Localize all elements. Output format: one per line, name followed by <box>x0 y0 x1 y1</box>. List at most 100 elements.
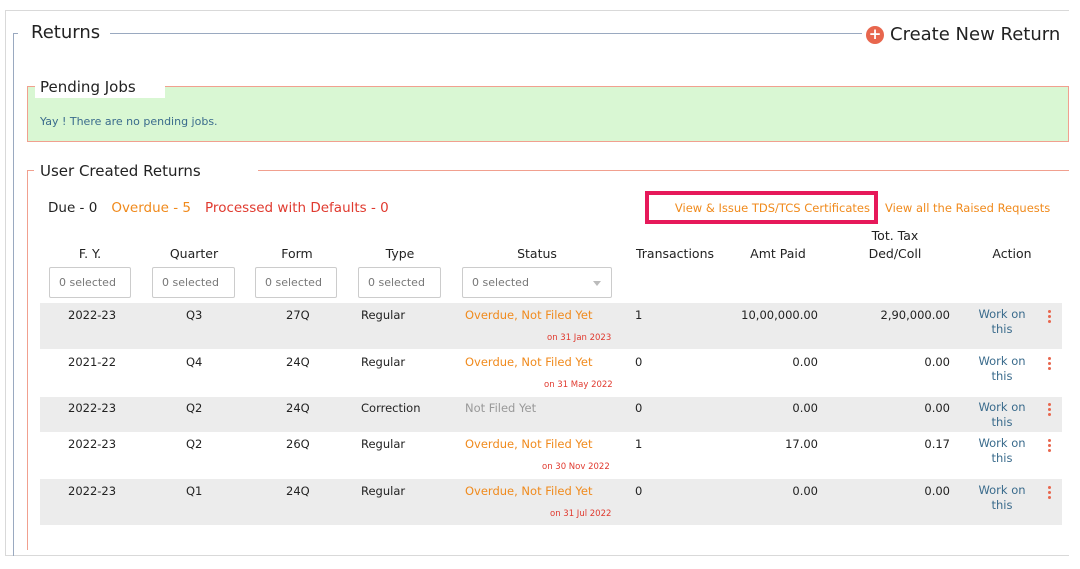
cell-quarter: Q1 <box>186 484 203 498</box>
filter-status[interactable]: 0 selected <box>462 267 612 298</box>
row-menu-icon[interactable] <box>1044 486 1054 499</box>
work-on-this-link[interactable]: Work on this <box>972 307 1032 337</box>
col-header-fy: F. Y. <box>78 246 102 261</box>
cell-tot-tax: 0.00 <box>924 355 950 369</box>
cell-quarter: Q2 <box>186 437 203 451</box>
filter-status-value: 0 selected <box>472 276 529 289</box>
cell-status: Overdue, Not Filed Yet <box>465 308 593 322</box>
cell-tot-tax: 2,90,000.00 <box>880 308 951 322</box>
col-header-tot-tax-line2: Ded/Coll <box>868 246 922 261</box>
viewport-edge <box>1069 0 1080 569</box>
cell-amt-paid: 0.00 <box>792 401 818 415</box>
work-on-this-line1: Work on <box>978 354 1026 368</box>
cell-transactions: 0 <box>635 484 643 498</box>
table-row: 2022-23 Q1 24Q Regular Overdue, Not File… <box>40 479 1062 525</box>
row-menu-icon[interactable] <box>1044 357 1054 370</box>
view-issue-certificates-link[interactable]: View & Issue TDS/TCS Certificates <box>645 191 878 224</box>
table-row: 2022-23 Q3 27Q Regular Overdue, Not File… <box>40 303 1062 349</box>
cell-quarter: Q3 <box>186 308 203 322</box>
pending-jobs-message: Yay ! There are no pending jobs. <box>40 115 218 128</box>
col-header-tot-tax-line1: Tot. Tax <box>871 228 919 243</box>
cell-form: 26Q <box>286 437 310 451</box>
defaults-count[interactable]: Processed with Defaults - 0 <box>205 200 389 216</box>
view-issue-certificates-label: View & Issue TDS/TCS Certificates <box>674 200 870 215</box>
row-menu-icon[interactable] <box>1044 310 1054 323</box>
col-header-status: Status <box>517 246 557 261</box>
col-header-quarter: Quarter <box>169 246 219 261</box>
filter-fy[interactable]: 0 selected <box>49 267 131 298</box>
cell-quarter: Q2 <box>186 401 203 415</box>
cell-type: Regular <box>361 484 406 498</box>
cell-form: 24Q <box>286 484 310 498</box>
col-header-action: Action <box>992 246 1032 261</box>
user-returns-border-left <box>27 170 28 550</box>
cell-status: Overdue, Not Filed Yet <box>465 437 593 451</box>
work-on-this-line2: this <box>991 451 1013 465</box>
filter-fy-value: 0 selected <box>59 276 116 289</box>
col-header-amt-paid: Amt Paid <box>750 246 806 261</box>
cell-amt-paid: 10,00,000.00 <box>741 308 818 322</box>
table-row: 2022-23 Q2 26Q Regular Overdue, Not File… <box>40 432 1062 478</box>
overdue-count[interactable]: Overdue - 5 <box>111 200 191 216</box>
work-on-this-link[interactable]: Work on this <box>972 400 1032 430</box>
work-on-this-line2: this <box>991 415 1013 429</box>
returns-border-top-right <box>110 33 862 34</box>
cell-fy: 2022-23 <box>68 437 117 451</box>
user-created-returns-title: User Created Returns <box>40 162 201 180</box>
work-on-this-line2: this <box>991 498 1013 512</box>
plus-circle-icon: + <box>866 25 884 44</box>
return-counts: Due - 0 Overdue - 5 Processed with Defau… <box>48 200 389 216</box>
work-on-this-line1: Work on <box>978 436 1026 450</box>
cell-fy: 2022-23 <box>68 308 117 322</box>
cell-amt-paid: 17.00 <box>785 437 818 451</box>
cell-type: Correction <box>361 401 421 415</box>
col-header-form: Form <box>281 246 313 261</box>
filter-type-value: 0 selected <box>368 276 425 289</box>
cell-fy: 2022-23 <box>68 484 117 498</box>
pending-jobs-title: Pending Jobs <box>35 76 165 98</box>
cell-status: Overdue, Not Filed Yet <box>465 355 593 369</box>
view-raised-requests-link[interactable]: View all the Raised Requests <box>885 201 1050 215</box>
cell-type: Regular <box>361 355 406 369</box>
filter-form[interactable]: 0 selected <box>255 267 337 298</box>
page-title: Returns <box>31 22 101 43</box>
filter-type[interactable]: 0 selected <box>358 267 441 298</box>
filter-quarter-value: 0 selected <box>162 276 219 289</box>
cell-fy: 2021-22 <box>68 355 117 369</box>
cell-transactions: 1 <box>635 308 643 322</box>
work-on-this-link[interactable]: Work on this <box>972 354 1032 384</box>
user-returns-border-top-left <box>27 170 34 171</box>
cell-quarter: Q4 <box>186 355 203 369</box>
create-new-return-button[interactable]: + Create New Return <box>866 24 1060 45</box>
work-on-this-line1: Work on <box>978 483 1026 497</box>
work-on-this-line1: Work on <box>978 307 1026 321</box>
create-new-return-label: Create New Return <box>890 24 1061 45</box>
work-on-this-link[interactable]: Work on this <box>972 436 1032 466</box>
returns-border-top-left <box>13 33 18 34</box>
work-on-this-line2: this <box>991 322 1013 336</box>
cell-form: 24Q <box>286 401 310 415</box>
filter-quarter[interactable]: 0 selected <box>152 267 235 298</box>
cell-form: 24Q <box>286 355 310 369</box>
row-menu-icon[interactable] <box>1044 403 1054 416</box>
cell-tot-tax: 0.17 <box>924 437 950 451</box>
cell-type: Regular <box>361 437 406 451</box>
cell-transactions: 1 <box>635 437 643 451</box>
work-on-this-line1: Work on <box>978 400 1026 414</box>
cell-fy: 2022-23 <box>68 401 117 415</box>
user-returns-border-top-right <box>258 170 1069 171</box>
cell-transactions: 0 <box>635 355 643 369</box>
cell-due-date: on 31 Jul 2022 <box>550 509 612 519</box>
due-count[interactable]: Due - 0 <box>48 200 97 216</box>
cell-tot-tax: 0.00 <box>924 401 950 415</box>
cell-due-date: on 31 Jan 2023 <box>547 333 612 343</box>
cell-type: Regular <box>361 308 406 322</box>
row-menu-icon[interactable] <box>1044 439 1054 452</box>
pending-jobs-box <box>27 86 1069 142</box>
col-header-transactions: Transactions <box>635 246 715 261</box>
filter-form-value: 0 selected <box>265 276 322 289</box>
cell-due-date: on 31 May 2022 <box>544 380 613 390</box>
pending-jobs-title-text: Pending Jobs <box>40 78 136 96</box>
work-on-this-link[interactable]: Work on this <box>972 483 1032 513</box>
cell-amt-paid: 0.00 <box>792 484 818 498</box>
